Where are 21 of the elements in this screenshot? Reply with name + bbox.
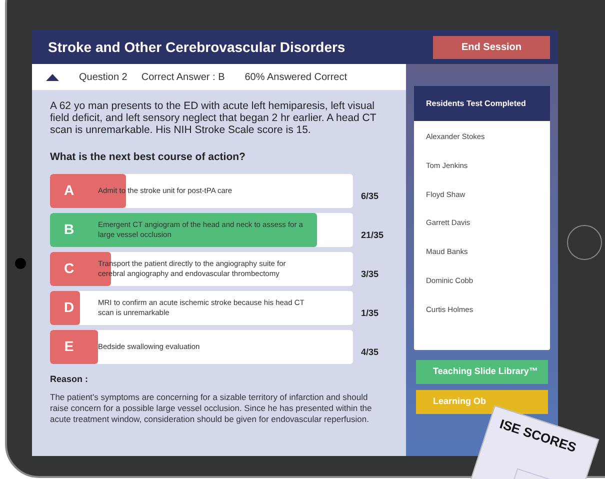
response-count: 3/35 — [361, 268, 379, 282]
question-number: Question 2 — [79, 70, 128, 84]
response-count: 21/35 — [361, 229, 384, 242]
question-stem: A 62 yo man presents to the ED with acute left hemiparesis, left visual field deficit, and left sensory neglect that began 2 hr earlier. A head CT scan is unremarkable. His NIH Stroke Scale score is 15. — [50, 100, 378, 136]
percent-correct: 60% Answered Correct — [244, 70, 348, 84]
response-count: 4/35 — [361, 346, 379, 360]
option-letter: E — [63, 337, 75, 356]
residents-header: Residents Test Completed — [414, 86, 550, 121]
question-prompt: What is the next best course of action? — [50, 150, 246, 165]
end-session-button[interactable]: End Session — [433, 36, 550, 58]
reason-label: Reason : — [50, 372, 90, 386]
option-letter: A — [62, 181, 76, 200]
option-letter: C — [62, 259, 76, 278]
option-letter: B — [62, 220, 76, 240]
response-count: 6/35 — [361, 190, 379, 204]
response-count: 1/35 — [361, 307, 379, 320]
reason-text: The patient's symptoms are concerning for a sizable territory of infarction and should raise concern for a possible large vessel occlusion. Since he has presented within the acute treatment window, consideration should be given for endovascular reperfusion. — [50, 392, 373, 426]
collapse-caret-icon[interactable] — [46, 74, 59, 80]
page-title: Stroke and Other Cerebrovascular Disorders — [48, 38, 346, 56]
correct-answer: Correct Answer : B — [141, 70, 225, 84]
option-letter: D — [62, 298, 76, 318]
